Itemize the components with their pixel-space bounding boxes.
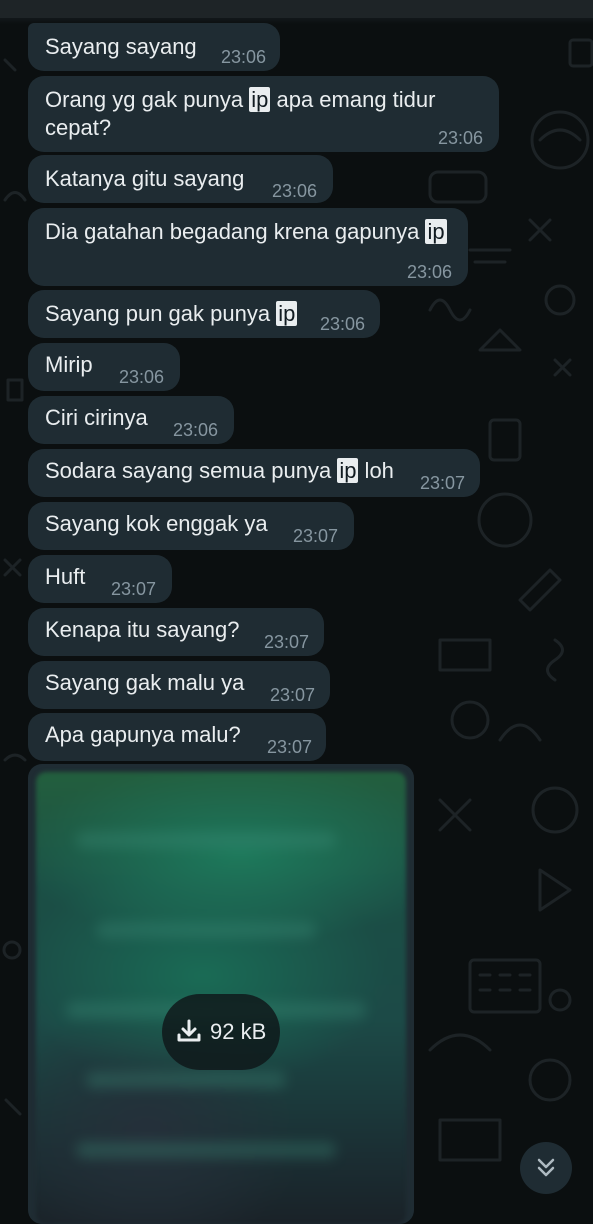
message-time: 23:07 (111, 579, 157, 599)
message-text: Kenapa itu sayang? (45, 617, 240, 642)
search-highlight: ip (249, 87, 271, 112)
message-time: 23:06 (221, 47, 267, 67)
message-text: Sayang gak malu ya (45, 670, 245, 695)
message-bubble[interactable]: Sayang sayang 23:06 (28, 23, 280, 71)
message-bubble[interactable]: Sayang kok enggak ya 23:07 (28, 502, 354, 550)
message-text: Ciri cirinya (45, 405, 148, 430)
search-highlight: ip (425, 219, 447, 244)
message-time: 23:07 (267, 737, 313, 757)
message-text: Sayang sayang (45, 34, 197, 59)
message-time: 23:06 (272, 181, 318, 201)
message-bubble[interactable]: Sayang gak malu ya 23:07 (28, 661, 330, 709)
message-text: Dia gatahan begadang krena gapunya ip (45, 219, 447, 244)
download-size: 92 kB (210, 1019, 267, 1044)
message-text: Sayang pun gak punya ip (45, 301, 298, 326)
scroll-to-bottom-button[interactable] (520, 1142, 572, 1194)
message-text: Sodara sayang semua punya ip loh (45, 458, 394, 483)
message-text: Mirip (45, 352, 93, 377)
message-bubble[interactable]: Sodara sayang semua punya ip loh 23:07 (28, 449, 480, 497)
search-highlight: ip (276, 301, 298, 326)
message-text: Orang yg gak punya ip apa emang tidur (45, 87, 436, 112)
message-text: Apa gapunya malu? (45, 722, 241, 747)
message-time: 23:06 (320, 314, 366, 334)
message-bubble[interactable]: Huft 23:07 (28, 555, 172, 603)
message-bubble[interactable]: Katanya gitu sayang 23:06 (28, 155, 333, 203)
message-bubble[interactable]: Kenapa itu sayang? 23:07 (28, 608, 324, 656)
message-bubble[interactable]: Ciri cirinya 23:06 (28, 396, 234, 444)
message-bubble[interactable]: Sayang pun gak punya ip 23:06 (28, 290, 380, 338)
double-chevron-down-icon (537, 1158, 555, 1177)
message-time: 23:06 (119, 367, 165, 387)
download-button[interactable]: 92 kB (162, 994, 280, 1070)
message-bubble[interactable]: Mirip 23:06 (28, 343, 180, 391)
message-bubble[interactable]: Apa gapunya malu? 23:07 (28, 713, 326, 761)
message-time: 23:06 (407, 262, 453, 282)
message-text: Katanya gitu sayang (45, 166, 245, 191)
search-highlight: ip (337, 458, 359, 483)
message-time: 23:07 (270, 685, 316, 705)
download-icon (177, 1019, 201, 1042)
message-time: 23:07 (293, 526, 339, 546)
message-bubble[interactable]: Dia gatahan begadang krena gapunya ip 23… (28, 208, 468, 286)
message-text: Sayang kok enggak ya (45, 511, 268, 536)
message-time: 23:06 (173, 420, 219, 440)
message-bubble[interactable]: Orang yg gak punya ip apa emang tidur ce… (28, 76, 499, 152)
message-time: 23:07 (420, 473, 466, 493)
message-text-line2: cepat? (45, 115, 112, 140)
message-time: 23:06 (438, 128, 484, 148)
chat-messages: Sayang sayang 23:06 Orang yg gak punya i… (0, 0, 593, 1224)
message-time: 23:07 (264, 632, 310, 652)
message-text: Huft (45, 564, 86, 589)
